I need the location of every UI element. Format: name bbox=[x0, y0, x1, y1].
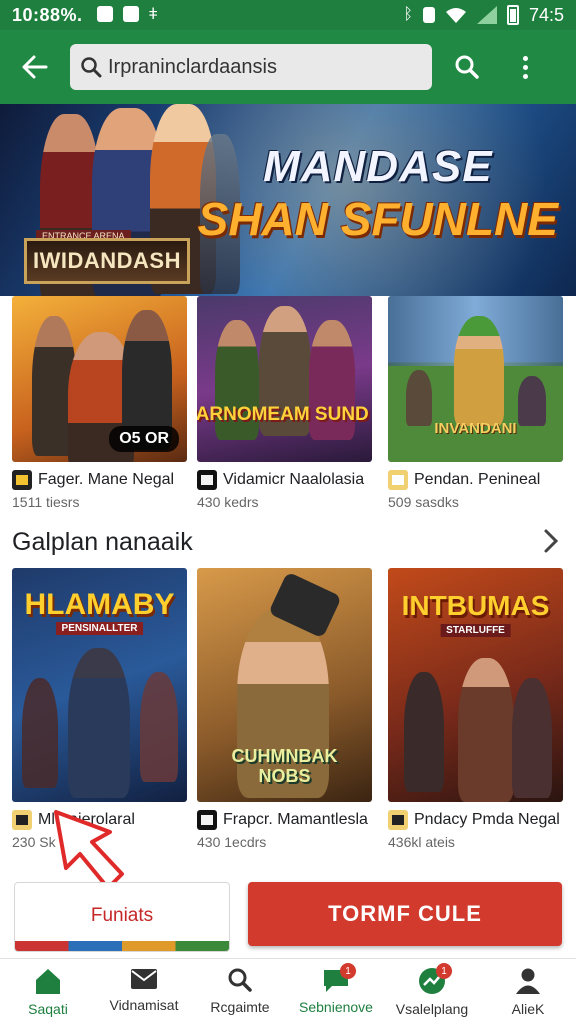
home-icon bbox=[36, 969, 60, 994]
banner-title: MANDASE SHAN SFUNLNE bbox=[198, 142, 558, 246]
section-title: Galplan nanaaik bbox=[12, 528, 193, 556]
card-badge: O5 OR bbox=[109, 426, 179, 452]
nav-item-label: Rcgaimte bbox=[210, 999, 270, 1015]
nav-item-label: Saqati bbox=[28, 1001, 68, 1017]
card-subtitle: 430 1ecdrs bbox=[197, 834, 267, 850]
lock-icon bbox=[422, 7, 435, 23]
game-card-image[interactable]: INVANDANI bbox=[388, 296, 563, 462]
card-art-title: PARNOMEAM SUND 9 bbox=[197, 404, 372, 425]
game-card-image[interactable]: HLAMABY PENSINALLTER bbox=[12, 568, 187, 802]
game-card-image[interactable]: PARNOMEAM SUND 9 bbox=[197, 296, 372, 462]
nav-item-label: Vsalelplang bbox=[395, 1001, 469, 1017]
nav-item-home[interactable]: Saqati bbox=[0, 959, 96, 1024]
section-more-button[interactable] bbox=[542, 528, 560, 559]
app-icon bbox=[197, 470, 217, 490]
nav-item-label: Vidnamisat bbox=[109, 997, 179, 1013]
card-art-title: INTBUMAS bbox=[401, 590, 550, 621]
app-icon bbox=[12, 810, 32, 830]
card-title: Frapcr. Mamantlesla bbox=[223, 811, 368, 828]
status-notification-icons: ǂ bbox=[96, 6, 158, 24]
card-subtitle: 509 sasdks bbox=[388, 494, 459, 510]
secondary-button[interactable]: Funiats bbox=[14, 882, 230, 952]
game-card-image[interactable]: CUHMNBAK NOBS bbox=[197, 568, 372, 802]
nav-item-chat[interactable]: 1 Sebnienove bbox=[288, 959, 384, 1024]
search-icon bbox=[228, 968, 252, 992]
nav-item-mail[interactable]: Vidnamisat bbox=[96, 959, 192, 1024]
profile-icon bbox=[516, 968, 540, 994]
card-title: Pendan. Penineal bbox=[414, 471, 541, 488]
usb-icon: ǂ bbox=[148, 6, 158, 23]
banner-logo: IWIDANDASH bbox=[24, 238, 190, 284]
app-icon bbox=[197, 810, 217, 830]
more-options-button[interactable] bbox=[496, 30, 554, 104]
card-title: Vidamicr Naalolasia bbox=[223, 471, 365, 488]
card-art-title: HLAMABY bbox=[24, 588, 175, 621]
card-title: Pndacy Pmda Negal bbox=[414, 811, 560, 828]
search-input-value: Irpraninclardaansis bbox=[108, 55, 277, 78]
nav-item-search[interactable]: Rcgaimte bbox=[192, 959, 288, 1024]
card-art-title: INVANDANI bbox=[434, 420, 517, 437]
card-title: Fager. Mane Negal bbox=[38, 471, 175, 488]
primary-button[interactable]: TORMF CULE bbox=[248, 882, 562, 946]
card-subtitle: 436kl ateis bbox=[388, 834, 455, 850]
battery-level: 74:5 bbox=[528, 4, 564, 25]
search-icon bbox=[81, 57, 102, 78]
signal-icon bbox=[476, 6, 497, 24]
search-icon bbox=[455, 55, 479, 79]
notification-badge: 1 bbox=[436, 963, 452, 979]
wifi-icon bbox=[445, 8, 466, 23]
secondary-button-label: Funiats bbox=[90, 905, 154, 926]
nav-item-profile[interactable]: AlieK bbox=[480, 959, 576, 1024]
status-bar: 10:88%. ǂ ᛒ 74:5 bbox=[0, 0, 576, 30]
app-icon bbox=[388, 810, 408, 830]
status-time: 10:88%. bbox=[12, 4, 83, 25]
nav-item-trending[interactable]: 1 Vsalelplang bbox=[384, 959, 480, 1024]
game-card-meta[interactable]: Pndacy Pmda Negal 436kl ateis bbox=[388, 810, 568, 850]
banner-title-line2: SHAN SFUNLNE bbox=[197, 193, 558, 245]
game-card-meta[interactable]: Vidamicr Naalolasia 430 kedrs bbox=[197, 470, 377, 510]
search-button[interactable] bbox=[438, 30, 496, 104]
banner-title-line1: MANDASE bbox=[263, 142, 493, 191]
mouse-pointer-icon bbox=[54, 810, 124, 890]
game-card-meta[interactable]: Fager. Mane Negal 1511 tiesrs bbox=[12, 470, 192, 510]
notification-badge: 1 bbox=[340, 963, 356, 979]
nav-item-label: AlieK bbox=[511, 1001, 545, 1017]
bottom-navigation: Saqati Vidnamisat Rcgaimte 1 Sebnienove … bbox=[0, 958, 576, 1024]
battery-icon bbox=[506, 5, 519, 25]
chevron-right-icon bbox=[544, 529, 559, 553]
game-card-meta[interactable]: Pendan. Penineal 509 sasdks bbox=[388, 470, 568, 510]
card-art-subtitle: PENSINALLTER bbox=[55, 622, 144, 635]
more-vert-icon bbox=[522, 55, 528, 79]
card-art-title: CUHMNBAK NOBS bbox=[231, 746, 338, 786]
mail-icon bbox=[131, 969, 157, 989]
back-arrow-icon bbox=[22, 55, 48, 79]
app-bar: Irpraninclardaansis bbox=[0, 30, 576, 104]
app-icon bbox=[388, 470, 408, 490]
notification-icon bbox=[122, 6, 139, 22]
back-button[interactable] bbox=[0, 30, 70, 104]
game-card-image[interactable]: O5 OR bbox=[12, 296, 187, 462]
card-subtitle: 430 kedrs bbox=[197, 494, 259, 510]
featured-banner[interactable]: ENTRANCE ARENA IWIDANDASH MANDASE SHAN S… bbox=[0, 104, 576, 296]
bluetooth-icon: ᛒ bbox=[403, 6, 413, 23]
search-input[interactable]: Irpraninclardaansis bbox=[70, 44, 432, 90]
nav-item-label: Sebnienove bbox=[299, 999, 373, 1015]
app-icon bbox=[12, 470, 32, 490]
card-subtitle: 1511 tiesrs bbox=[12, 494, 80, 510]
card-art-subtitle: STARLUFFE bbox=[440, 624, 511, 637]
primary-button-label: TORMF CULE bbox=[328, 901, 482, 926]
notification-icon bbox=[96, 6, 113, 22]
game-card-image[interactable]: INTBUMAS STARLUFFE bbox=[388, 568, 563, 802]
game-card-meta[interactable]: Frapcr. Mamantlesla 430 1ecdrs bbox=[197, 810, 377, 850]
